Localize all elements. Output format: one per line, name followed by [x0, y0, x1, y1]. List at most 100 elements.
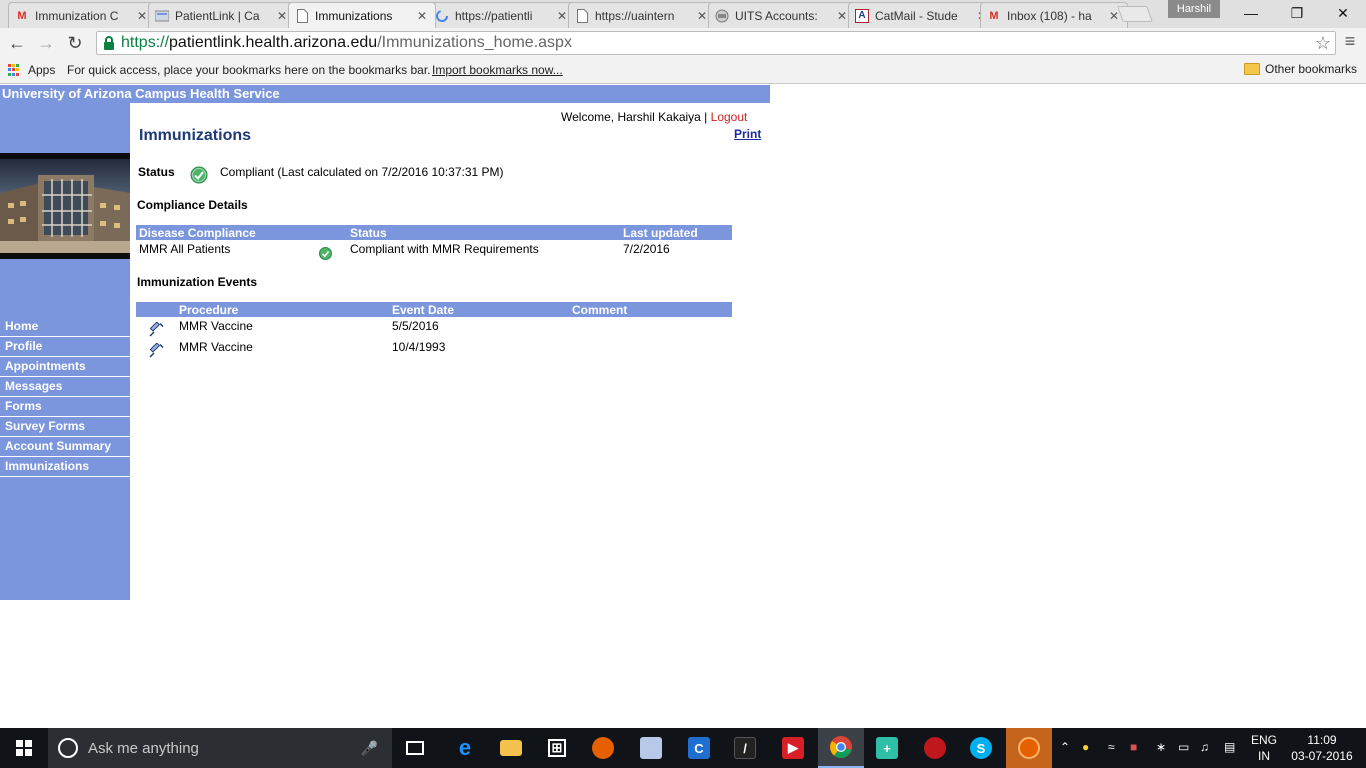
browser-tab[interactable]: A CatMail - Stude ✕: [848, 2, 996, 28]
chrome-icon[interactable]: [818, 728, 864, 768]
media-player-icon[interactable]: ▶: [770, 728, 816, 768]
language-indicator[interactable]: ENG IN: [1250, 732, 1278, 764]
security-icon[interactable]: ■: [1130, 740, 1137, 754]
back-icon[interactable]: ←: [5, 31, 29, 55]
browser-toolbar: ← → ↻ https:// patientlink.health.arizon…: [0, 28, 1366, 58]
minimize-icon[interactable]: —: [1228, 0, 1274, 26]
new-tab-button[interactable]: [1117, 6, 1153, 22]
browser-tab[interactable]: M Inbox (108) - ha ✕: [980, 2, 1128, 28]
edge-icon[interactable]: e: [442, 728, 488, 768]
column-header: Last updated: [623, 226, 698, 240]
search-placeholder: Ask me anything: [88, 739, 199, 757]
nav-account-summary[interactable]: Account Summary: [0, 437, 130, 457]
bluetooth-icon[interactable]: ∗: [1156, 740, 1166, 754]
table-row: MMR All Patients Compliant with MMR Requ…: [136, 240, 732, 261]
nav-survey-forms[interactable]: Survey Forms: [0, 417, 130, 437]
events-heading: Immunization Events: [137, 275, 258, 289]
file-explorer-icon[interactable]: [488, 728, 534, 768]
close-window-icon[interactable]: ✕: [1320, 0, 1366, 26]
lock-icon: [101, 35, 117, 51]
close-icon[interactable]: ✕: [695, 9, 709, 23]
windows-icon: [16, 740, 32, 756]
microphone-icon[interactable]: 🎤: [361, 740, 378, 757]
tray-chevron-icon[interactable]: ⌃: [1060, 740, 1070, 754]
table-header: Procedure Event Date Comment: [136, 302, 732, 317]
nav-forms[interactable]: Forms: [0, 397, 130, 417]
forward-icon[interactable]: →: [34, 31, 58, 55]
status-text: Compliant (Last calculated on 7/2/2016 1…: [220, 165, 504, 179]
apps-link[interactable]: Apps: [28, 63, 55, 77]
task-view-icon[interactable]: [392, 728, 438, 768]
plus-app-icon[interactable]: +: [864, 728, 910, 768]
tool-app-icon[interactable]: /: [722, 728, 768, 768]
volume-icon[interactable]: ♫: [1200, 740, 1209, 754]
import-bookmarks-link[interactable]: Import bookmarks now...: [432, 63, 563, 77]
browser-tab[interactable]: UITS Accounts: ✕: [708, 2, 856, 28]
disease-cell: MMR All Patients: [139, 242, 231, 256]
reload-icon[interactable]: ↻: [63, 31, 87, 55]
column-header: Event Date: [392, 303, 455, 317]
chrome-menu-icon[interactable]: ≡: [1340, 31, 1360, 55]
action-center-icon[interactable]: ▤: [1224, 740, 1235, 754]
close-icon[interactable]: ✕: [135, 9, 149, 23]
procedure-cell: MMR Vaccine: [179, 319, 253, 333]
tab-title: UITS Accounts:: [735, 8, 818, 23]
nav-home[interactable]: Home: [0, 317, 130, 337]
browser-tab-active[interactable]: Immunizations ✕: [288, 2, 436, 28]
table-row: MMR Vaccine 10/4/1993: [136, 338, 732, 359]
battery-icon[interactable]: ▭: [1178, 740, 1189, 754]
print-link[interactable]: Print: [734, 127, 761, 141]
skype-icon[interactable]: S: [958, 728, 1004, 768]
column-header: Disease Compliance: [139, 226, 256, 240]
browser-tab[interactable]: M Immunization C ✕: [8, 2, 156, 28]
close-icon[interactable]: ✕: [555, 9, 569, 23]
tab-title: Immunizations: [315, 8, 393, 23]
arizona-icon: A: [855, 8, 869, 23]
tab-title: Inbox (108) - ha: [1007, 8, 1092, 23]
nav-profile[interactable]: Profile: [0, 337, 130, 357]
patientlink-icon: [155, 9, 169, 23]
restore-icon[interactable]: ❐: [1274, 0, 1320, 26]
site-header: University of Arizona Campus Health Serv…: [0, 85, 770, 103]
close-icon[interactable]: ✕: [415, 9, 429, 23]
cortana-search-box[interactable]: Ask me anything 🎤: [48, 728, 392, 768]
photos-icon[interactable]: [628, 728, 674, 768]
campus-building-image: [0, 153, 130, 259]
firefox-icon[interactable]: [580, 728, 626, 768]
profile-badge[interactable]: Harshil: [1168, 0, 1220, 18]
address-bar[interactable]: https:// patientlink.health.arizona.edu …: [96, 31, 1336, 55]
close-icon[interactable]: ✕: [275, 9, 289, 23]
other-bookmarks-label: Other bookmarks: [1265, 62, 1358, 76]
separator: |: [704, 110, 708, 124]
windows-taskbar: Ask me anything 🎤 e ⊞ C / ▶ + S ⌃ ● ≈ ■ …: [0, 728, 1366, 768]
firefox-active-icon[interactable]: [1006, 728, 1052, 768]
bookmarks-bar: Apps For quick access, place your bookma…: [0, 58, 1366, 84]
apps-icon[interactable]: [8, 64, 20, 76]
compliance-heading: Compliance Details: [137, 198, 248, 212]
nav-messages[interactable]: Messages: [0, 377, 130, 397]
status-value: Compliant: [220, 165, 275, 179]
check-icon: [190, 166, 208, 187]
bookmark-star-icon[interactable]: ☆: [1315, 33, 1331, 54]
close-icon[interactable]: ✕: [835, 9, 849, 23]
browser-tab[interactable]: PatientLink | Ca ✕: [148, 2, 296, 28]
cortana-icon: [58, 738, 78, 758]
tab-title: Immunization C: [35, 8, 119, 23]
nav-immunizations[interactable]: Immunizations: [0, 457, 130, 477]
nav-appointments[interactable]: Appointments: [0, 357, 130, 377]
wifi-icon[interactable]: ≈: [1108, 740, 1115, 754]
other-bookmarks-button[interactable]: Other bookmarks: [1244, 62, 1357, 76]
uits-icon: [715, 9, 729, 23]
c-app-icon[interactable]: C: [676, 728, 722, 768]
folder-icon: [1244, 63, 1260, 75]
browser-tab[interactable]: https://uaintern ✕: [568, 2, 716, 28]
browser-tab-strip: M Immunization C ✕ PatientLink | Ca ✕ Im…: [0, 0, 1366, 28]
tray-app-icon[interactable]: ●: [1082, 740, 1089, 754]
browser-tab[interactable]: https://patientli ✕: [428, 2, 576, 28]
language-code: ENG: [1250, 733, 1277, 747]
start-button[interactable]: [0, 728, 48, 768]
red-app-icon[interactable]: [912, 728, 958, 768]
clock[interactable]: 11:09 03-07-2016: [1288, 732, 1356, 764]
store-icon[interactable]: ⊞: [534, 728, 580, 768]
logout-link[interactable]: Logout: [711, 110, 748, 124]
